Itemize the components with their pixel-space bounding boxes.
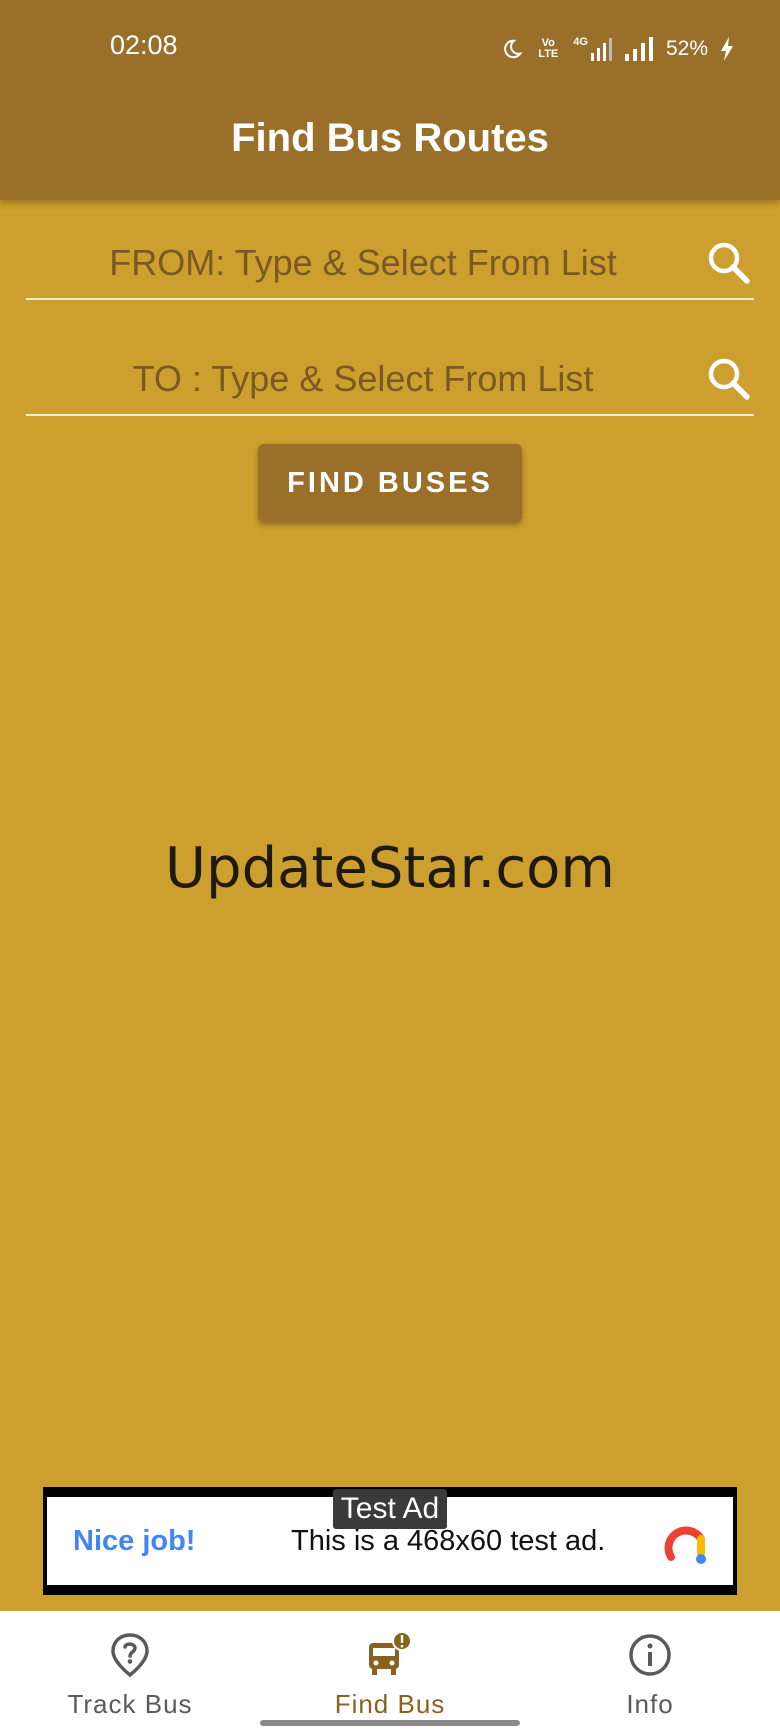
- nav-label: Info: [626, 1689, 674, 1719]
- nav-info[interactable]: Info: [520, 1611, 780, 1733]
- from-input[interactable]: [26, 228, 700, 298]
- nav-label: Find Bus: [334, 1689, 446, 1719]
- volte-icon: Vo LTE: [538, 37, 559, 60]
- nav-label: Track Bus: [67, 1689, 193, 1719]
- moon-icon: [504, 39, 523, 59]
- bus-alert-icon: [369, 1631, 412, 1675]
- status-time: 02:08: [110, 30, 178, 60]
- to-field: [26, 344, 754, 416]
- nav-find-bus[interactable]: Find Bus: [260, 1611, 520, 1733]
- search-icon: [708, 242, 750, 284]
- from-search-button[interactable]: [706, 240, 752, 286]
- location-question-icon: [111, 1633, 149, 1678]
- signal-bars-small-icon: [590, 38, 612, 61]
- bottom-navigation: Track Bus Find Bus Info: [0, 1611, 780, 1733]
- page-title: Find Bus Routes: [231, 116, 549, 160]
- app-bar: 02:08 Vo LTE 4G 52% Find Bus Routes: [0, 0, 780, 200]
- status-icons: Vo LTE 4G 52%: [501, 34, 734, 64]
- to-search-button[interactable]: [706, 356, 752, 402]
- nav-track-bus[interactable]: Track Bus: [0, 1611, 260, 1733]
- info-icon: [629, 1634, 671, 1676]
- ad-body: This is a 468x60 test ad.: [291, 1525, 606, 1557]
- battery-percent: 52%: [665, 37, 708, 60]
- home-indicator[interactable]: [260, 1720, 520, 1726]
- watermark-text: UpdateStar.com: [165, 836, 615, 901]
- to-input[interactable]: [26, 344, 700, 414]
- ad-logo-icon: [664, 1526, 706, 1564]
- network-4g-icon: 4G: [573, 37, 612, 61]
- ad-headline: Nice job!: [73, 1525, 196, 1557]
- find-buses-button[interactable]: FIND BUSES: [258, 444, 522, 522]
- charging-bolt-icon: [721, 37, 733, 61]
- test-ad-label: Test Ad: [333, 1489, 447, 1529]
- search-icon: [708, 358, 750, 400]
- from-field: [26, 228, 754, 300]
- signal-bars-icon: [624, 37, 653, 61]
